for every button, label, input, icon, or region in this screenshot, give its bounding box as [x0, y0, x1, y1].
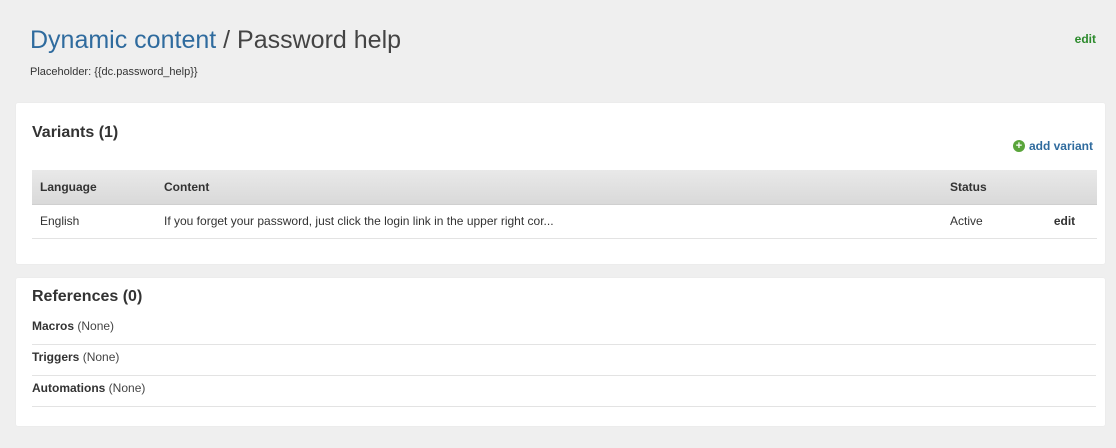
- references-list: Macros (None) Triggers (None) Automation…: [32, 314, 1096, 407]
- page-title-text: Password help: [237, 26, 402, 54]
- breadcrumb-dynamic-content[interactable]: Dynamic content: [30, 26, 216, 54]
- edit-content-link[interactable]: edit: [1075, 32, 1096, 46]
- page: Dynamic content / Password help edit Pla…: [0, 0, 1116, 448]
- reference-name: Triggers: [32, 350, 80, 364]
- page-title: Dynamic content / Password help: [30, 22, 1098, 58]
- column-header-actions: [1032, 170, 1097, 205]
- variants-panel: Variants (1) + add variant Language Cont…: [16, 103, 1105, 264]
- reference-triggers: Triggers (None): [32, 345, 1096, 376]
- page-header: Dynamic content / Password help edit Pla…: [30, 22, 1098, 78]
- column-header-language: Language: [32, 170, 156, 205]
- placeholder-text: Placeholder: {{dc.password_help}}: [30, 66, 198, 78]
- reference-value: (None): [105, 381, 146, 395]
- table-row: English If you forget your password, jus…: [32, 204, 1097, 239]
- variant-language: English: [32, 204, 156, 239]
- reference-macros: Macros (None): [32, 314, 1096, 345]
- reference-value: (None): [79, 350, 120, 364]
- column-header-status: Status: [942, 170, 1032, 205]
- reference-value: (None): [74, 319, 115, 333]
- variant-status: Active: [942, 204, 1032, 239]
- references-title: References (0): [32, 288, 143, 305]
- plus-circle-icon: +: [1012, 140, 1025, 152]
- add-variant-link[interactable]: + add variant: [1012, 139, 1093, 153]
- variants-title: Variants (1): [32, 124, 119, 141]
- reference-automations: Automations (None): [32, 376, 1096, 407]
- breadcrumb-separator: /: [216, 26, 238, 54]
- variant-edit-link[interactable]: edit: [1032, 204, 1097, 239]
- table-header-row: Language Content Status: [32, 170, 1097, 205]
- references-panel: References (0) Macros (None) Triggers (N…: [16, 278, 1105, 426]
- reference-name: Macros: [32, 319, 75, 333]
- add-variant-label: add variant: [1028, 139, 1093, 153]
- reference-name: Automations: [32, 381, 106, 395]
- variant-content: If you forget your password, just click …: [156, 204, 942, 239]
- column-header-content: Content: [156, 170, 942, 205]
- variants-table: Language Content Status English If you f…: [32, 170, 1097, 239]
